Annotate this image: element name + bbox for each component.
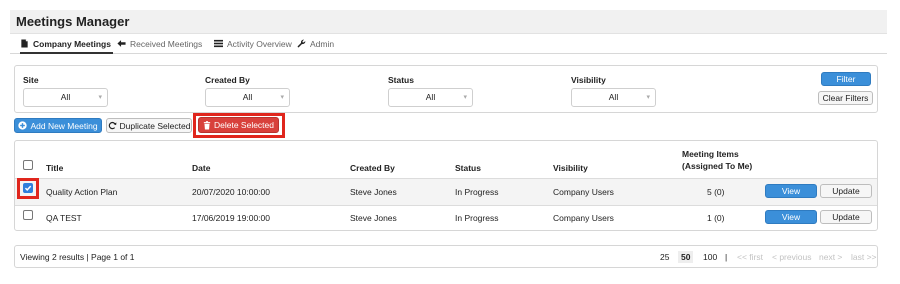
add-new-meeting-label: Add New Meeting <box>30 120 98 131</box>
created-by-select[interactable]: All ▾ <box>205 88 290 107</box>
created-by-select-value: All <box>242 92 253 102</box>
cell-visibility: Company Users <box>553 213 614 223</box>
site-select-value: All <box>60 92 71 102</box>
site-select[interactable]: All ▾ <box>23 88 108 107</box>
pagination-separator: | <box>725 252 728 262</box>
cell-date: 17/06/2019 19:00:00 <box>192 213 270 223</box>
update-button[interactable]: Update <box>820 184 872 198</box>
checkbox-highlight-box <box>17 178 39 199</box>
cell-items: 5 (0) <box>707 187 725 197</box>
previous-page-link[interactable]: < previous <box>772 252 811 262</box>
app-title: Meetings Manager <box>16 14 130 29</box>
header-assigned-to-me: (Assigned To Me) <box>682 161 753 171</box>
header-visibility: Visibility <box>553 163 588 173</box>
filter-panel: Site All ▾ Created By All ▾ Status All ▾… <box>14 65 878 113</box>
row-divider <box>15 205 877 206</box>
cell-date: 20/07/2020 10:00:00 <box>192 187 270 197</box>
visibility-label: Visibility <box>571 75 606 85</box>
refresh-icon <box>108 121 117 130</box>
visibility-select[interactable]: All ▾ <box>571 88 656 107</box>
header-status: Status <box>455 163 481 173</box>
filter-button[interactable]: Filter <box>821 72 871 86</box>
tab-label: Activity Overview <box>227 39 292 49</box>
last-page-link[interactable]: last >> <box>851 252 877 262</box>
tab-label: Admin <box>310 39 335 49</box>
plus-circle-icon <box>18 121 28 130</box>
cell-created-by: Steve Jones <box>350 187 397 197</box>
add-new-meeting-button[interactable]: Add New Meeting <box>14 118 102 133</box>
tab-activity-overview[interactable]: Activity Overview <box>214 39 292 54</box>
cell-title: QA TEST <box>46 213 82 223</box>
wrench-icon <box>297 39 306 48</box>
header-created-by: Created By <box>350 163 395 173</box>
tab-received-meetings[interactable]: Received Meetings <box>117 39 202 54</box>
header-title: Title <box>46 163 64 173</box>
page-size-50[interactable]: 50 <box>678 251 694 263</box>
page-size-25[interactable]: 25 <box>660 252 669 262</box>
chevron-down-icon: ▾ <box>646 94 650 101</box>
select-all-checkbox[interactable] <box>23 160 33 170</box>
cell-title: Quality Action Plan <box>46 187 118 197</box>
update-button[interactable]: Update <box>820 210 872 224</box>
arrow-left-icon <box>117 40 126 47</box>
view-button[interactable]: View <box>765 210 817 224</box>
meetings-table: Title Date Created By Status Visibility … <box>14 140 878 231</box>
document-icon <box>21 39 28 48</box>
tab-admin[interactable]: Admin <box>297 39 334 54</box>
clear-filters-button[interactable]: Clear Filters <box>818 91 873 105</box>
list-icon <box>214 39 223 48</box>
next-page-link[interactable]: next > <box>819 252 842 262</box>
cell-items: 1 (0) <box>707 213 725 223</box>
chevron-down-icon: ▾ <box>280 94 284 101</box>
created-by-label: Created By <box>205 75 250 85</box>
tab-label: Company Meetings <box>33 39 111 49</box>
table-row <box>15 179 877 205</box>
results-summary: Viewing 2 results | Page 1 of 1 <box>20 252 135 262</box>
site-label: Site <box>23 75 39 85</box>
duplicate-selected-button[interactable]: Duplicate Selected <box>106 118 192 133</box>
tab-label: Received Meetings <box>130 39 203 49</box>
cell-status: In Progress <box>455 187 499 197</box>
status-label: Status <box>388 75 414 85</box>
row-checkbox[interactable] <box>23 210 33 220</box>
cell-created-by: Steve Jones <box>350 213 397 223</box>
status-select[interactable]: All ▾ <box>388 88 473 107</box>
header-date: Date <box>192 163 211 173</box>
visibility-select-value: All <box>608 92 619 102</box>
view-button[interactable]: View <box>765 184 817 198</box>
first-page-link[interactable]: << first <box>737 252 763 262</box>
status-select-value: All <box>425 92 436 102</box>
tab-bar: Company Meetings Received Meetings Activ… <box>10 36 887 54</box>
tab-company-meetings[interactable]: Company Meetings <box>20 39 113 54</box>
chevron-down-icon: ▾ <box>463 94 467 101</box>
pagination-bar: Viewing 2 results | Page 1 of 1 25 50 10… <box>14 245 878 268</box>
delete-highlight-box <box>193 113 285 138</box>
cell-visibility: Company Users <box>553 187 614 197</box>
duplicate-selected-label: Duplicate Selected <box>119 120 191 131</box>
page-size-100[interactable]: 100 <box>703 252 717 262</box>
cell-status: In Progress <box>455 213 499 223</box>
title-bar: Meetings Manager <box>10 10 887 34</box>
chevron-down-icon: ▾ <box>98 94 102 101</box>
header-meeting-items: Meeting Items <box>682 149 739 159</box>
